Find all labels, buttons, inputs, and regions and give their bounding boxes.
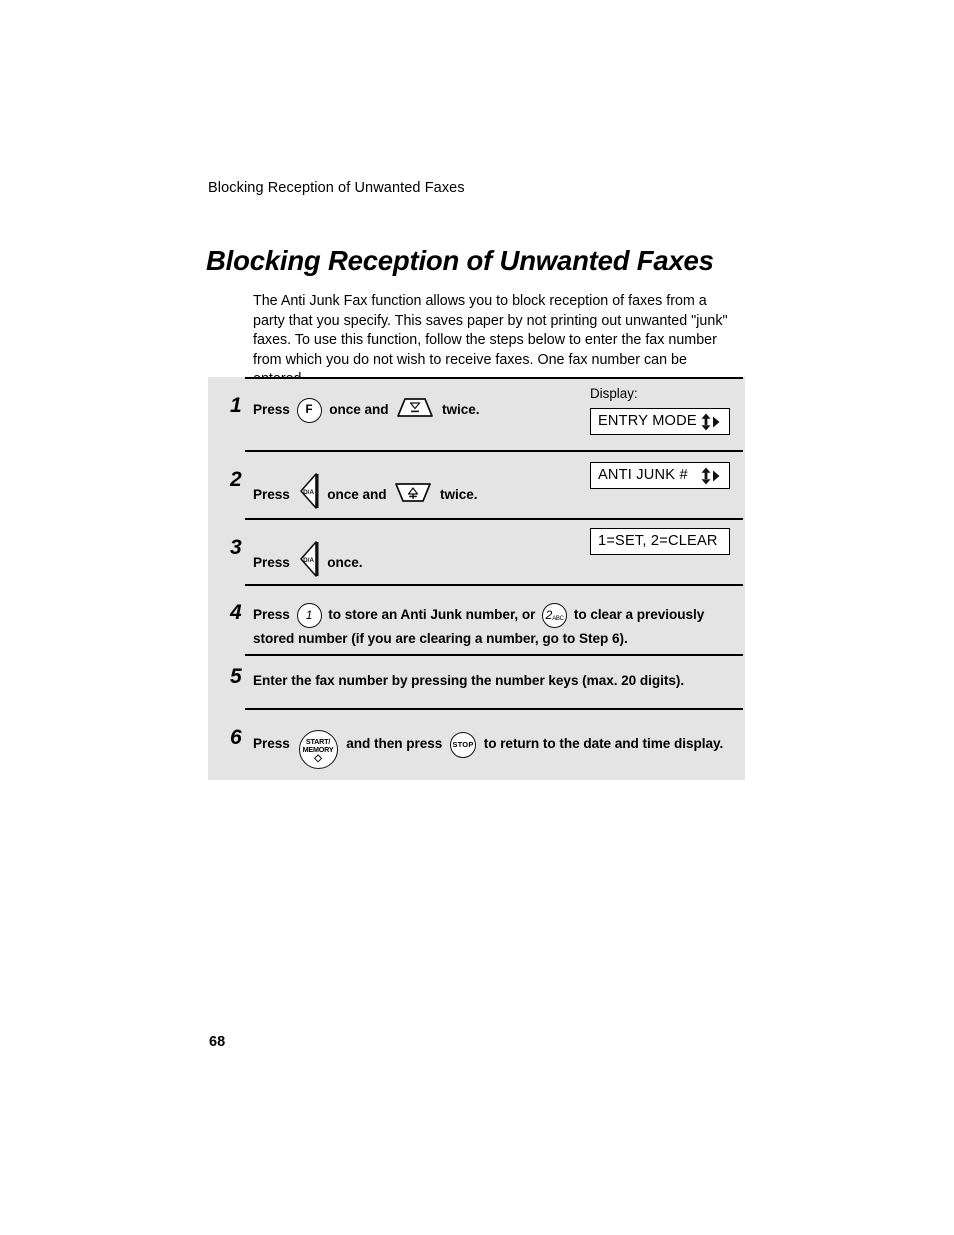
step-number: 3 [230, 536, 242, 559]
page-number: 68 [209, 1034, 226, 1050]
step-text-middle: to store an Anti Junk number, or [328, 607, 536, 623]
function-set-key-icon: D/A [298, 471, 320, 517]
step-text-after: once. [327, 555, 363, 570]
numeric-key-2-icon: 2ABC [542, 603, 568, 628]
step-text-after: to return to the date and time display. [483, 736, 724, 752]
lcd-text: ANTI JUNK # [598, 467, 688, 483]
intro-paragraph-text: The Anti Junk Fax function allows you to… [253, 293, 728, 387]
intro-paragraph: The Anti Junk Fax function allows you to… [253, 292, 735, 390]
step-text-middle: and then press [346, 736, 443, 752]
power-diamond-icon: ◇ [314, 753, 322, 765]
lcd-display-anti-junk: ANTI JUNK # [590, 462, 730, 489]
step-row: 5 Enter the fax number by pressing the n… [208, 654, 745, 708]
step-instruction: Press D/A once. [253, 539, 553, 585]
step-instruction: Press 1 to store an Anti Junk number, or… [253, 603, 733, 649]
step-text-middle: once and [327, 487, 387, 502]
lcd-display-entry-mode: ENTRY MODE [590, 408, 730, 435]
step-instruction: Enter the fax number by pressing the num… [253, 673, 685, 688]
step-number: 4 [230, 601, 242, 624]
step-number: 1 [230, 394, 242, 417]
lcd-display-set-clear: 1=SET, 2=CLEAR [590, 528, 730, 555]
lcd-text: ENTRY MODE [598, 413, 697, 429]
stop-key-icon: STOP [450, 731, 476, 758]
step-instruction: Press D/A once and twice. [253, 471, 583, 517]
lcd-text: 1=SET, 2=CLEAR [598, 533, 718, 549]
numeric-key-2-letters: ABC [552, 616, 564, 622]
step-text-after: twice. [442, 402, 480, 418]
step-instruction: Press START/ MEMORY ◇ and then press STO… [253, 730, 743, 769]
step-row: 4 Press 1 to store an Anti Junk number, … [208, 584, 745, 654]
start-memory-key-icon: START/ MEMORY ◇ [298, 730, 338, 769]
step-number: 2 [230, 468, 242, 491]
step-text-before: Press [253, 555, 290, 570]
step-instruction: Press F once and twice. [253, 397, 573, 424]
step-text-middle: once and [329, 402, 389, 418]
procedure-steps-panel: 1 Press F once and twice. 2 Press D/A on… [208, 377, 745, 780]
step-text-before: Press [253, 402, 290, 418]
svg-text:D/A: D/A [303, 489, 314, 496]
function-f-key-icon: F [296, 398, 322, 423]
up-down-right-arrows-icon [700, 466, 720, 494]
display-column-label: Display: [590, 386, 638, 401]
svg-text:D/A: D/A [303, 557, 314, 564]
down-arrow-key-icon [396, 397, 434, 424]
step-text-line2: stored number (if you are clearing a num… [253, 631, 628, 646]
step-text-after: twice. [440, 487, 478, 502]
step-number: 5 [230, 665, 242, 688]
start-memory-key-line1: START/ [305, 737, 331, 746]
step-text-before: Press [253, 607, 290, 623]
step-text-after: to clear a previously [573, 607, 705, 623]
numeric-key-1-icon: 1 [296, 603, 322, 628]
running-header: Blocking Reception of Unwanted Faxes [208, 180, 465, 196]
step-text-before: Press [253, 736, 290, 752]
step-text-before: Press [253, 487, 290, 502]
function-set-key-icon: D/A [298, 539, 320, 585]
page-title: Blocking Reception of Unwanted Faxes [206, 245, 714, 276]
step-number: 6 [230, 726, 242, 749]
up-arrow-key-icon [394, 482, 432, 509]
up-down-right-arrows-icon [700, 412, 720, 440]
step-row: 6 Press START/ MEMORY ◇ and then press S… [208, 708, 745, 780]
